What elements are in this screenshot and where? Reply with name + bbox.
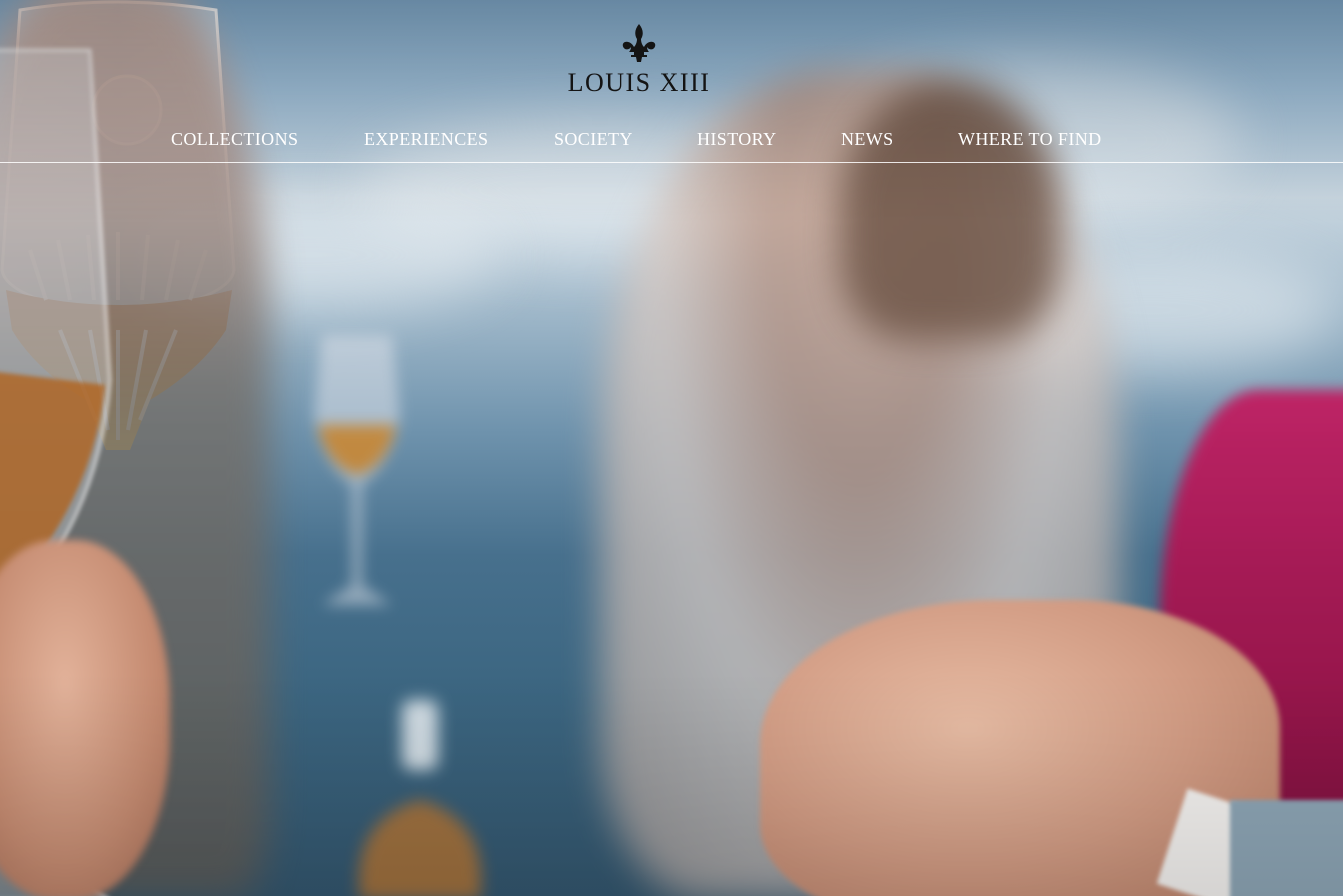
nav-divider	[0, 162, 1343, 163]
brand-wordmark: LOUIS XIII	[567, 68, 711, 97]
nav-item-history[interactable]: HISTORY	[697, 127, 777, 151]
site-header: LOUIS XIII COLLECTIONS EXPERIENCES SOCIE…	[0, 0, 1343, 163]
nav-item-news[interactable]: NEWS	[841, 127, 894, 151]
nav-item-collections[interactable]: COLLECTIONS	[171, 127, 298, 151]
nav-item-where-to-find[interactable]: WHERE TO FIND	[958, 127, 1102, 151]
brand-logo-link[interactable]: LOUIS XIII	[563, 24, 715, 100]
fleur-de-lis-icon	[622, 24, 656, 62]
main-nav: COLLECTIONS EXPERIENCES SOCIETY HISTORY …	[0, 127, 1343, 151]
page: LOUIS XIII COLLECTIONS EXPERIENCES SOCIE…	[0, 0, 1343, 896]
nav-item-experiences[interactable]: EXPERIENCES	[364, 127, 488, 151]
nav-item-society[interactable]: SOCIETY	[554, 127, 633, 151]
